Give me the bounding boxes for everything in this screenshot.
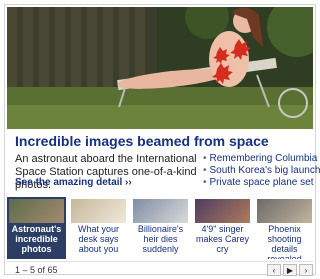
next-button[interactable]: › <box>299 264 313 276</box>
related-links: • Remembering Columbia • South Korea's big… <box>203 153 320 189</box>
thumbnail-astronaut[interactable]: Astronaut's incredible photos <box>7 197 66 259</box>
see-detail-link[interactable]: See the amazing detail ›› <box>15 177 132 188</box>
thumbnail-caption: Phoenix shooting details revealed <box>267 224 302 259</box>
slideshow-widget: Incredible images beamed from space An a… <box>4 4 320 276</box>
related-link-label[interactable]: Remembering Columbia <box>210 153 318 164</box>
thumbnail-caption: Astronaut's incredible photos <box>11 224 62 254</box>
thumbnail-singer[interactable]: 4'9" singer makes Carey cry <box>193 197 252 259</box>
thumbnail-caption: 4'9" singer makes Carey cry <box>195 224 249 254</box>
hero-photo <box>7 7 313 129</box>
bullet-icon: • <box>203 153 207 164</box>
related-link-south-korea[interactable]: • South Korea's big launch <box>203 165 320 177</box>
related-link-columbia[interactable]: • Remembering Columbia <box>203 153 320 165</box>
thumbnail-image <box>133 199 188 223</box>
thumbnail-desk[interactable]: What your desk says about you <box>69 197 128 259</box>
bullet-icon: • <box>203 177 207 188</box>
thumbnail-image <box>257 199 312 223</box>
feature-headline[interactable]: Incredible images beamed from space <box>15 133 269 149</box>
thumbnail-billionaire[interactable]: Billionaire's heir dies suddenly <box>131 197 190 259</box>
thumbnail-strip: Astronaut's incredible photos What your … <box>7 197 313 259</box>
prev-button[interactable]: ‹ <box>267 264 281 276</box>
bullet-icon: • <box>203 165 207 176</box>
pager-bar: 1 – 5 of 65 ‹ ▶ › <box>7 261 313 276</box>
related-link-space-plane[interactable]: • Private space plane set <box>203 177 320 189</box>
play-button[interactable]: ▶ <box>283 264 297 276</box>
related-link-label[interactable]: Private space plane set <box>210 177 314 188</box>
thumbnail-phoenix[interactable]: Phoenix shooting details revealed <box>255 197 314 259</box>
related-link-label[interactable]: South Korea's big launch <box>210 165 320 176</box>
thumbnail-image <box>195 199 250 223</box>
hero-image[interactable] <box>7 7 313 129</box>
thumbnail-image <box>9 199 64 223</box>
thumbnail-image <box>71 199 126 223</box>
thumbnail-caption: What your desk says about you <box>77 224 119 254</box>
thumbnail-caption: Billionaire's heir dies suddenly <box>137 224 184 254</box>
slide-counter: 1 – 5 of 65 <box>15 265 58 275</box>
